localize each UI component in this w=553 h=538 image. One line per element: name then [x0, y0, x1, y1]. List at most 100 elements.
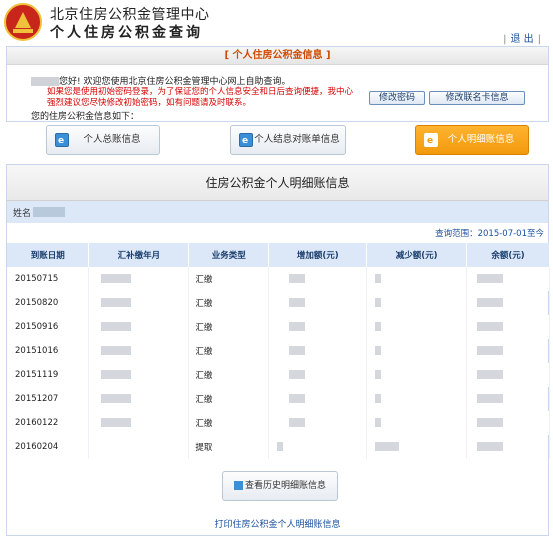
print-link[interactable]: 打印住房公积金个人明细账信息 — [7, 517, 548, 530]
query-range: 查询范围：2015-07-01至今 — [435, 227, 544, 239]
col-decrease: 减少额(元) — [366, 243, 468, 267]
name-bar: 姓名 — [7, 201, 548, 223]
name-label: 姓名 — [13, 209, 32, 219]
date-cell: 20160122 — [7, 411, 90, 435]
panel-title: 住房公积金个人明细账信息 — [7, 165, 548, 201]
type-cell: 汇缴 — [188, 363, 270, 387]
decrease-cell — [366, 411, 468, 435]
query-tabs: 个人总账信息 个人结息对账单信息 个人明细账信息 — [6, 122, 549, 160]
period-cell — [88, 267, 190, 291]
divider: | — [503, 34, 507, 45]
decrease-cell — [366, 291, 468, 315]
type-cell: 汇缴 — [188, 291, 270, 315]
table-row: 20151119 汇缴 — [7, 363, 550, 387]
period-cell — [88, 387, 190, 411]
personal-info-box: [ 个人住房公积金信息 ] 您好! 欢迎您使用北京住房公积金管理中心网上自助查询… — [6, 46, 549, 122]
history-detail-button[interactable]: 查看历史明细账信息 — [222, 471, 338, 501]
period-cell — [88, 315, 190, 339]
decrease-cell — [366, 363, 468, 387]
increase-cell — [268, 411, 368, 435]
type-cell: 汇缴 — [188, 411, 270, 435]
history-button-label: 查看历史明细账信息 — [244, 481, 326, 491]
period-cell — [88, 435, 190, 459]
increase-cell — [268, 315, 368, 339]
col-increase: 增加额(元) — [268, 243, 368, 267]
balance-cell — [466, 339, 550, 363]
divider: | — [537, 34, 541, 45]
info-label: 您的住房公积金信息如下： — [31, 112, 140, 122]
decrease-cell — [366, 315, 468, 339]
period-cell — [88, 339, 190, 363]
date-cell: 20160204 — [7, 435, 90, 459]
redacted-name — [33, 207, 65, 217]
balance-cell — [466, 315, 550, 339]
table-row: 20151207 汇缴 — [7, 387, 550, 411]
logo-icon — [4, 3, 42, 41]
app-title: 个人住房公积金查询 — [50, 25, 203, 41]
table-row: 20160122 汇缴 — [7, 411, 550, 435]
welcome-label: 您好! 欢迎您使用北京住房公积金管理中心网上自助查询。 — [59, 77, 291, 87]
table-row: 20150820 汇缴 — [7, 291, 550, 315]
balance-cell — [466, 267, 550, 291]
logout-link[interactable]: | 退 出 | — [499, 30, 545, 45]
date-cell: 20151016 — [7, 339, 90, 363]
table-row: 20150715 汇缴 — [7, 267, 550, 291]
col-period: 汇补缴年月 — [88, 243, 190, 267]
type-cell: 汇缴 — [188, 315, 270, 339]
tab-account-summary[interactable]: 个人总账信息 — [46, 125, 160, 155]
col-type: 业务类型 — [188, 243, 270, 267]
increase-cell — [268, 291, 368, 315]
col-balance: 余额(元) — [466, 243, 550, 267]
date-cell: 20151207 — [7, 387, 90, 411]
balance-cell — [466, 387, 550, 411]
period-cell — [88, 291, 190, 315]
info-title: [ 个人住房公积金信息 ] — [7, 47, 548, 65]
balance-cell — [466, 435, 550, 459]
type-cell: 提取 — [188, 435, 270, 459]
redacted-name — [31, 77, 59, 86]
period-cell — [88, 411, 190, 435]
change-password-button[interactable]: 修改密码 — [369, 91, 425, 105]
period-cell — [88, 363, 190, 387]
balance-cell — [466, 411, 550, 435]
tab-interest-statement[interactable]: 个人结息对账单信息 — [230, 125, 346, 155]
tab-label: 个人明细账信息 — [447, 134, 515, 145]
table-header-row: 到账日期 汇补缴年月 业务类型 增加额(元) 减少额(元) 余额(元) — [7, 243, 550, 267]
date-cell: 20150820 — [7, 291, 90, 315]
table-row: 20150916 汇缴 — [7, 315, 550, 339]
increase-cell — [268, 387, 368, 411]
org-title: 北京住房公积金管理中心 — [50, 7, 210, 23]
tab-label: 个人结息对账单信息 — [254, 134, 340, 145]
detail-panel: 住房公积金个人明细账信息 姓名 查询范围：2015-07-01至今 到账日期 汇… — [6, 164, 550, 536]
balance-cell — [466, 363, 550, 387]
tab-label: 个人总账信息 — [83, 134, 141, 145]
change-card-button[interactable]: 修改联名卡信息 — [429, 91, 525, 105]
decrease-cell — [366, 339, 468, 363]
increase-cell — [268, 435, 368, 459]
date-cell: 20150715 — [7, 267, 90, 291]
increase-cell — [268, 267, 368, 291]
tab-detail-ledger[interactable]: 个人明细账信息 — [415, 125, 529, 155]
decrease-cell — [366, 435, 468, 459]
table-row: 20160204 提取 — [7, 435, 550, 459]
date-cell: 20150916 — [7, 315, 90, 339]
balance-cell — [466, 291, 550, 315]
type-cell: 汇缴 — [188, 267, 270, 291]
logout-label[interactable]: 退 出 — [510, 34, 533, 45]
table-row: 20151016 汇缴 — [7, 339, 550, 363]
decrease-cell — [366, 387, 468, 411]
header: 北京住房公积金管理中心 个人住房公积金查询 | 退 出 | — [0, 0, 553, 45]
increase-cell — [268, 339, 368, 363]
welcome-text: 您好! 欢迎您使用北京住房公积金管理中心网上自助查询。 — [31, 74, 290, 87]
detail-table: 到账日期 汇补缴年月 业务类型 增加额(元) 减少额(元) 余额(元) 2015… — [7, 243, 550, 459]
date-cell: 20151119 — [7, 363, 90, 387]
type-cell: 汇缴 — [188, 387, 270, 411]
calendar-icon — [233, 481, 243, 490]
increase-cell — [268, 363, 368, 387]
col-date: 到账日期 — [7, 243, 90, 267]
range-label: 查询范围： — [435, 229, 478, 239]
type-cell: 汇缴 — [188, 339, 270, 363]
decrease-cell — [366, 267, 468, 291]
range-value: 2015-07-01至今 — [477, 229, 544, 239]
security-notice: 如果您是使用初始密码登录，为了保证您的个人信息安全和日后查询便捷，我中心强烈建议… — [47, 87, 354, 108]
